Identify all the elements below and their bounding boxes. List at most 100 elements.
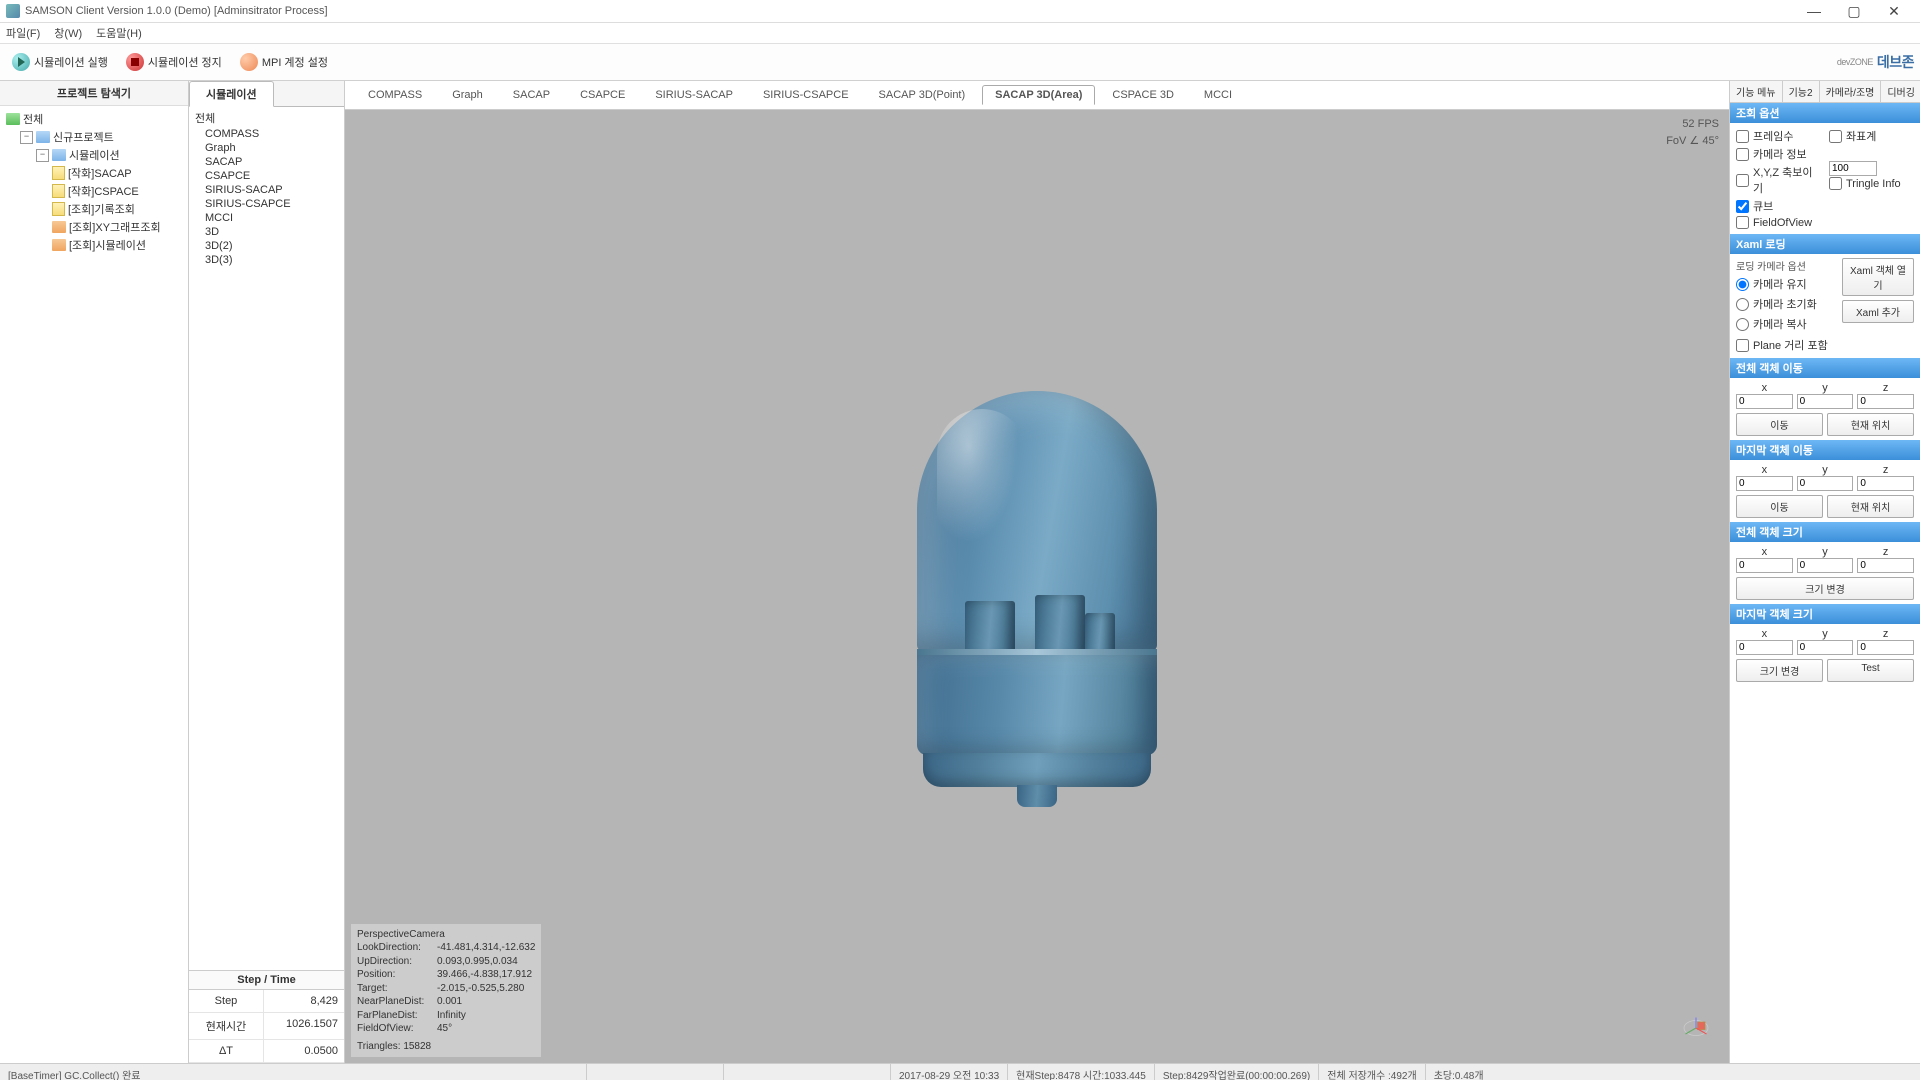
chk-cube[interactable]: 큐브 xyxy=(1736,197,1821,215)
menu-file[interactable]: 파일(F) xyxy=(6,25,40,41)
project-tree[interactable]: 전체 −신규프로젝트 −시뮬레이션 [작화]SACAP [작화]CSPACE [… xyxy=(0,106,188,1063)
tree-item[interactable]: −신규프로젝트 xyxy=(2,128,186,146)
chk-plane-dist[interactable]: Plane 거리 포함 xyxy=(1736,336,1836,354)
center-column: COMPASSGraphSACAPCSAPCESIRIUS-SACAPSIRIU… xyxy=(345,81,1729,1063)
view-tab[interactable]: SACAP xyxy=(500,85,563,105)
doc-icon xyxy=(52,184,65,198)
size-last-y[interactable] xyxy=(1797,640,1854,655)
move-last-button[interactable]: 이동 xyxy=(1736,495,1823,518)
fov-readout: FoV ∠ 45° xyxy=(1666,133,1719,150)
tree-root[interactable]: 전체 xyxy=(2,110,186,128)
collapse-icon[interactable]: − xyxy=(20,131,33,144)
xyz-length-input[interactable] xyxy=(1829,161,1877,176)
sim-item[interactable]: COMPASS xyxy=(195,127,338,141)
open-xaml-button[interactable]: Xaml 객체 열기 xyxy=(1842,258,1914,296)
sim-item[interactable]: 3D xyxy=(195,225,338,239)
test-button[interactable]: Test xyxy=(1827,659,1914,682)
view-tab[interactable]: CSAPCE xyxy=(567,85,638,105)
step-time-header: Step / Time xyxy=(189,971,344,990)
chk-camera-info[interactable]: 카메라 정보 xyxy=(1736,145,1821,163)
group-size-all: 전체 객체 크기 xyxy=(1730,522,1920,542)
sim-root[interactable]: 전체 xyxy=(195,109,338,127)
size-all-z[interactable] xyxy=(1857,558,1914,573)
move-all-y[interactable] xyxy=(1797,394,1854,409)
step-row: Step8,429 xyxy=(189,990,344,1013)
status-work: Step:8429작업완료(00:00:00.269) xyxy=(1155,1064,1319,1080)
project-explorer-panel: 프로젝트 탐색기 전체 −신규프로젝트 −시뮬레이션 [작화]SACAP [작화… xyxy=(0,81,189,1063)
move-all-x[interactable] xyxy=(1736,394,1793,409)
tree-item[interactable]: −시뮬레이션 xyxy=(2,146,186,164)
chk-frame[interactable]: 프레임수 xyxy=(1736,127,1821,145)
rtab-debug[interactable]: 디버깅 xyxy=(1881,81,1920,102)
simulation-tree[interactable]: 전체 COMPASS Graph SACAP CSAPCE SIRIUS-SAC… xyxy=(189,107,344,970)
add-xaml-button[interactable]: Xaml 추가 xyxy=(1842,300,1914,323)
status-empty2 xyxy=(724,1064,891,1080)
property-panel: 기능 메뉴 기능2 카메라/조명 디버깅 ◂▸ 조회 옵션 프레임수 카메라 정… xyxy=(1729,81,1920,1063)
move-last-z[interactable] xyxy=(1857,476,1914,491)
tab-simulation[interactable]: 시뮬레이션 xyxy=(189,81,274,107)
radio-cam-keep[interactable]: 카메라 유지 xyxy=(1736,275,1836,293)
sim-item[interactable]: SACAP xyxy=(195,155,338,169)
size-all-y[interactable] xyxy=(1797,558,1854,573)
move-last-current-button[interactable]: 현재 위치 xyxy=(1827,495,1914,518)
play-icon xyxy=(12,53,30,71)
chk-triangle-info[interactable]: Tringle Info xyxy=(1829,176,1914,191)
move-all-current-button[interactable]: 현재 위치 xyxy=(1827,413,1914,436)
view-tab[interactable]: SACAP 3D(Area) xyxy=(982,85,1095,105)
user-icon xyxy=(240,53,258,71)
size-all-x[interactable] xyxy=(1736,558,1793,573)
axis-gizmo[interactable] xyxy=(1681,1013,1711,1043)
tree-item[interactable]: [조회]시뮬레이션 xyxy=(2,236,186,254)
size-last-button[interactable]: 크기 변경 xyxy=(1736,659,1823,682)
minimize-button[interactable]: — xyxy=(1794,0,1834,22)
sim-item[interactable]: 3D(3) xyxy=(195,253,338,267)
title-bar: SAMSON Client Version 1.0.0 (Demo) [Admi… xyxy=(0,0,1920,23)
triangle-count: Triangles: 15828 xyxy=(357,1040,535,1054)
group-view-options: 조회 옵션 xyxy=(1730,103,1920,123)
size-all-button[interactable]: 크기 변경 xyxy=(1736,577,1914,600)
project-icon xyxy=(36,131,50,143)
rtab-camera[interactable]: 카메라/조명 xyxy=(1820,81,1882,102)
chk-coord[interactable]: 좌표계 xyxy=(1829,127,1914,145)
radio-cam-reset[interactable]: 카메라 초기화 xyxy=(1736,295,1836,313)
sim-item[interactable]: SIRIUS-CSAPCE xyxy=(195,197,338,211)
tree-item[interactable]: [조회]기록조회 xyxy=(2,200,186,218)
sim-item[interactable]: 3D(2) xyxy=(195,239,338,253)
view-tab[interactable]: Graph xyxy=(439,85,496,105)
move-last-y[interactable] xyxy=(1797,476,1854,491)
tree-item[interactable]: [작화]CSPACE xyxy=(2,182,186,200)
stop-simulation-button[interactable]: 시뮬레이션 정지 xyxy=(120,51,228,73)
maximize-button[interactable]: ▢ xyxy=(1834,0,1874,22)
menu-help[interactable]: 도움말(H) xyxy=(96,25,142,41)
view-tab[interactable]: MCCI xyxy=(1191,85,1245,105)
view-tab[interactable]: COMPASS xyxy=(355,85,435,105)
group-move-all: 전체 객체 이동 xyxy=(1730,358,1920,378)
chk-fov[interactable]: FieldOfView xyxy=(1736,215,1821,230)
rtab-func2[interactable]: 기능2 xyxy=(1783,81,1820,102)
rtab-func[interactable]: 기능 메뉴 xyxy=(1730,81,1783,102)
radio-cam-copy[interactable]: 카메라 복사 xyxy=(1736,315,1836,333)
viewport-3d[interactable]: 52 FPS FoV ∠ 45° PerspectiveCamera LookD… xyxy=(345,110,1729,1063)
tree-item[interactable]: [조회]XY그래프조회 xyxy=(2,218,186,236)
run-simulation-button[interactable]: 시뮬레이션 실행 xyxy=(6,51,114,73)
sim-item[interactable]: Graph xyxy=(195,141,338,155)
move-all-z[interactable] xyxy=(1857,394,1914,409)
sim-item[interactable]: CSAPCE xyxy=(195,169,338,183)
menu-window[interactable]: 창(W) xyxy=(54,25,82,41)
size-last-z[interactable] xyxy=(1857,640,1914,655)
close-button[interactable]: ✕ xyxy=(1874,0,1914,22)
chk-xyz-axis[interactable]: X,Y,Z 축보이기 xyxy=(1736,163,1821,197)
tree-item[interactable]: [작화]SACAP xyxy=(2,164,186,182)
run-label: 시뮬레이션 실행 xyxy=(34,54,108,70)
sim-item[interactable]: MCCI xyxy=(195,211,338,225)
view-tab[interactable]: CSPACE 3D xyxy=(1099,85,1187,105)
view-tab[interactable]: SIRIUS-SACAP xyxy=(642,85,746,105)
mpi-settings-button[interactable]: MPI 계정 설정 xyxy=(234,51,334,73)
size-last-x[interactable] xyxy=(1736,640,1793,655)
view-tab[interactable]: SACAP 3D(Point) xyxy=(866,85,979,105)
view-tab[interactable]: SIRIUS-CSAPCE xyxy=(750,85,862,105)
sim-item[interactable]: SIRIUS-SACAP xyxy=(195,183,338,197)
move-all-button[interactable]: 이동 xyxy=(1736,413,1823,436)
collapse-icon[interactable]: − xyxy=(36,149,49,162)
move-last-x[interactable] xyxy=(1736,476,1793,491)
